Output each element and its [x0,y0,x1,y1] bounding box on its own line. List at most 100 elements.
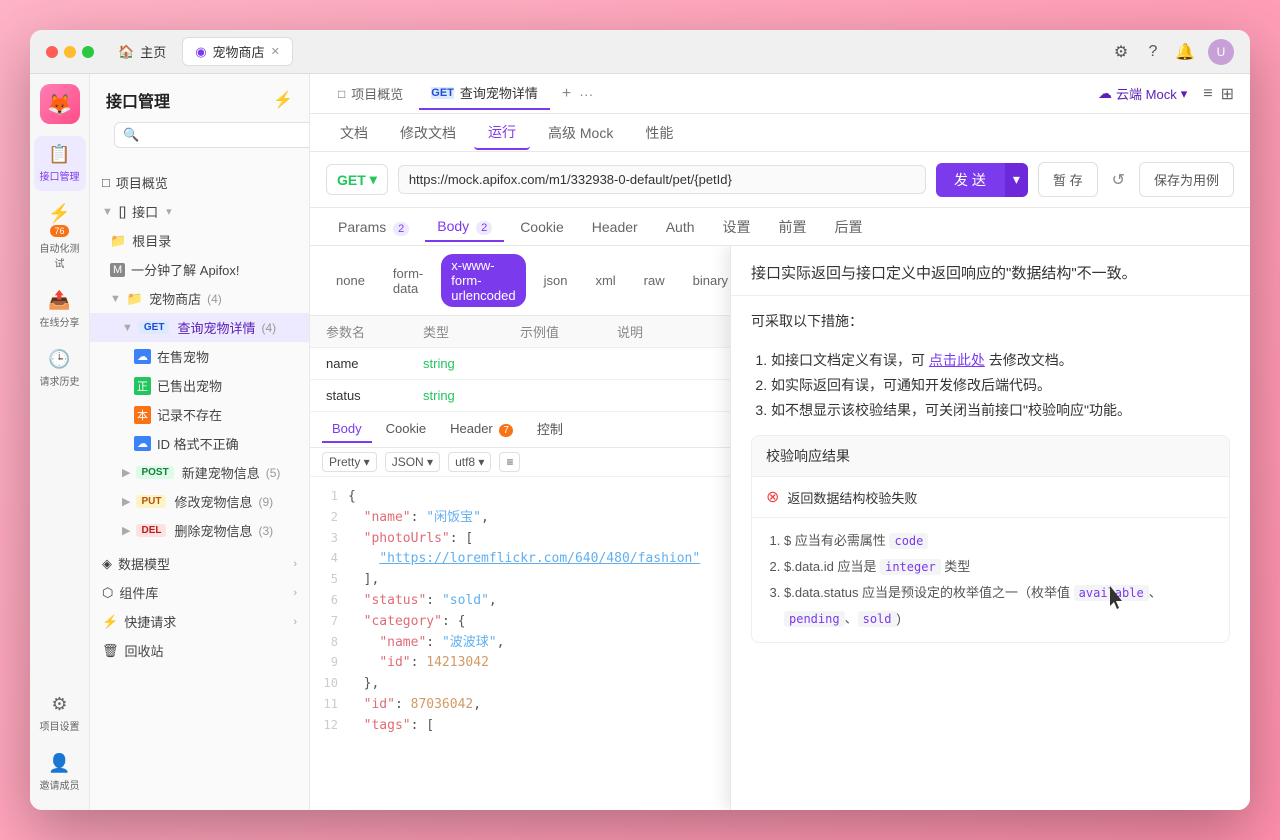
maximize-button[interactable] [82,46,94,58]
params-tab-pre[interactable]: 前置 [767,211,819,243]
sub-tab-edit-doc[interactable]: 修改文档 [386,117,470,149]
petshop-tab-close[interactable]: ✕ [271,45,280,58]
save-example-button[interactable]: 保存为用例 [1139,162,1234,197]
panel-sidebar-filter-icon[interactable]: ⚡ [273,90,293,110]
send-button-group: 发 送 ▾ [936,163,1028,197]
tree-del-pet[interactable]: ▶ DEL 删除宠物信息 (3) [90,516,309,545]
tree-project-overview[interactable]: □ 项目概览 [90,168,309,197]
tree-put-pet[interactable]: ▶ PUT 修改宠物信息 (9) [90,487,309,516]
body-type-json[interactable]: json [534,269,578,292]
tree-api-list[interactable]: ▼ [] 接口 ▾ [90,197,309,226]
method-selector[interactable]: GET ▾ [326,164,388,195]
sidebar-item-auto-test[interactable]: ⚡ 76 自动化测试 [34,195,86,278]
petshop-tab[interactable]: ◉ 宠物商店 ✕ [182,37,293,66]
sidebar-item-online-share[interactable]: 📤 在线分享 [34,282,86,337]
col-desc: 说明 [617,322,714,341]
put-pet-label: 修改宠物信息 [174,492,252,511]
tree-root-dir[interactable]: 📁 根目录 [90,226,309,255]
tree-get-pet-detail[interactable]: ▼ GET 查询宠物详情 (4) [90,313,309,342]
cell-name: name [326,356,423,371]
tree-components[interactable]: ⬡ 组件库 › [90,578,309,607]
params-tab-auth[interactable]: Auth [654,213,707,241]
lang-selector[interactable]: JSON ▾ [385,452,440,472]
get-pet-detail-chevron: ▼ [122,322,133,334]
more-tabs-icon[interactable]: ··· [579,86,593,102]
search-input[interactable] [145,128,310,143]
sale-pet-icon: ☁ [134,349,151,364]
params-tab-post[interactable]: 后置 [823,211,875,243]
url-input[interactable] [398,165,926,194]
not-found-icon: 本 [134,406,151,424]
minimize-button[interactable] [64,46,76,58]
code-line-7: 7 "category": { [310,612,730,633]
sub-tab-advanced-mock[interactable]: 高级 Mock [534,117,627,149]
add-tab-icon[interactable]: + [562,85,571,103]
tree-post-pet[interactable]: ▶ POST 新建宠物信息 (5) [90,458,309,487]
settings-icon[interactable]: ⚙ [1112,43,1130,61]
code-line-9: 9 "id": 14213042 [310,653,730,674]
tree-data-model[interactable]: ◈ 数据模型 › [90,549,309,578]
response-tab-body[interactable]: Body [322,416,372,443]
sidebar-item-project-settings[interactable]: ⚙ 项目设置 [34,686,86,741]
response-tab-cookie[interactable]: Cookie [376,416,436,443]
body-type-form-data[interactable]: form-data [383,262,433,300]
params-tab-cookie[interactable]: Cookie [508,213,576,241]
code-available: available [1074,585,1149,601]
tree-quick-request[interactable]: ⚡ 快捷请求 › [90,607,309,636]
params-tab-settings[interactable]: 设置 [711,211,763,243]
cloud-mock-button[interactable]: ☁ 云端 Mock ▾ [1090,80,1195,107]
tree-bad-format[interactable]: ☁ ID 格式不正确 [90,429,309,458]
send-button-dropdown[interactable]: ▾ [1004,163,1028,197]
tree-not-found[interactable]: 本 记录不存在 [90,400,309,429]
tab-get-pet-detail[interactable]: GET 查询宠物详情 [419,77,550,110]
tree-petshop-folder[interactable]: ▼ 📁 宠物商店 (4) [90,284,309,313]
method-label: GET [337,172,366,188]
body-type-xml[interactable]: xml [585,269,625,292]
response-tab-header[interactable]: Header 7 [440,416,523,443]
wrap-button[interactable]: ≡ [499,452,520,472]
params-tab-params[interactable]: Params 2 [326,213,421,241]
tree-sale-pet[interactable]: ☁ 在售宠物 [90,342,309,371]
sidebar-item-request-history[interactable]: 🕒 请求历史 [34,341,86,396]
tree-apifox-intro[interactable]: M 一分钟了解 Apifox! [90,255,309,284]
tree-trash[interactable]: 🗑 回收站 [90,636,309,665]
close-button[interactable] [46,46,58,58]
overlay-steps: 如接口文档定义有误，可 点击此处 去修改文档。 如实际返回有误，可通知开发修改后… [731,348,1250,436]
body-type-none[interactable]: none [326,269,375,292]
sidebar-item-invite-member[interactable]: 👤 邀请成员 [34,745,86,800]
root-dir-label: 根目录 [132,231,171,250]
format-selector[interactable]: Pretty ▾ [322,452,377,472]
help-icon[interactable]: ? [1144,43,1162,61]
del-pet-count: (3) [258,524,273,538]
menu-icon[interactable]: ≡ [1203,85,1212,103]
body-type-binary[interactable]: binary [683,269,730,292]
sold-pet-icon: 正 [134,377,151,395]
sidebar-item-api-manager[interactable]: 📋 接口管理 [34,136,86,191]
content-area: none form-data x-www-form-urlencoded jso… [310,246,1250,810]
response-tab-control[interactable]: 控制 [527,414,573,445]
sub-tab-run[interactable]: 运行 [474,116,530,150]
split-icon[interactable]: ⊞ [1221,84,1234,104]
params-tab-params-label: Params [338,219,386,235]
code-line-12: 12 "tags": [ [310,716,730,737]
encoding-selector[interactable]: utf8 ▾ [448,452,491,472]
body-type-x-www[interactable]: x-www-form-urlencoded [441,254,525,307]
sub-tab-doc[interactable]: 文档 [326,117,382,149]
tab-project-overview[interactable]: □ 项目概览 [326,78,415,109]
home-tab[interactable]: 🏠 主页 [106,38,178,65]
overlay-step-1: 如接口文档定义有误，可 点击此处 去修改文档。 [771,348,1230,373]
params-tab-header[interactable]: Header [580,213,650,241]
tree-sold-pet[interactable]: 正 已售出宠物 [90,371,309,400]
refresh-button[interactable]: ↺ [1108,170,1129,190]
auto-test-badge: 76 [50,225,68,237]
overlay-link[interactable]: 点击此处 [929,352,985,368]
sub-tab-performance[interactable]: 性能 [631,117,687,149]
send-button[interactable]: 发 送 [936,163,1004,197]
not-found-label: 记录不存在 [157,405,222,424]
save-temp-button[interactable]: 暂 存 [1038,162,1098,197]
sale-pet-label: 在售宠物 [157,347,209,366]
avatar[interactable]: U [1208,39,1234,65]
params-tab-body[interactable]: Body 2 [425,212,504,242]
bell-icon[interactable]: 🔔 [1176,43,1194,61]
body-type-raw[interactable]: raw [634,269,675,292]
